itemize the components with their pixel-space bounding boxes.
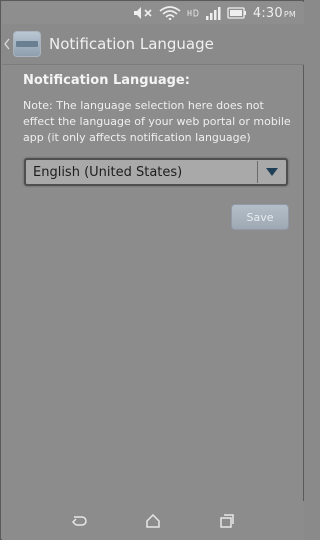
note-text: Note: The language selection here does n… [23, 99, 291, 144]
dropdown-arrow-icon[interactable] [258, 160, 286, 184]
wifi-icon [159, 6, 181, 20]
status-time-ampm: PM [283, 9, 296, 19]
status-time-value: 4:30 [252, 5, 283, 21]
battery-icon [227, 6, 247, 20]
mute-icon [133, 6, 153, 20]
app-logo-icon[interactable] [13, 31, 41, 57]
signal-icon [205, 6, 221, 20]
home-icon[interactable] [133, 506, 173, 536]
action-bar[interactable]: Notification Language [2, 24, 304, 64]
screen: 4:30PM Notification Language Notificatio… [0, 0, 304, 540]
up-caret-icon[interactable] [3, 24, 11, 64]
save-button[interactable]: Save [231, 204, 289, 230]
app-logo-mark [16, 41, 38, 47]
content-area: Notification Language: Note: The languag… [2, 65, 304, 501]
language-select[interactable]: English (United States) [24, 158, 288, 186]
recent-apps-icon[interactable] [207, 506, 247, 536]
hd-icon [187, 6, 199, 20]
language-select-value: English (United States) [33, 164, 183, 180]
back-icon[interactable] [59, 506, 99, 536]
nav-bar [2, 501, 304, 540]
status-bar: 4:30PM [2, 2, 304, 24]
page-title: Notification Language [49, 35, 214, 53]
section-heading: Notification Language: [23, 73, 190, 88]
status-time: 4:30PM [253, 6, 296, 21]
